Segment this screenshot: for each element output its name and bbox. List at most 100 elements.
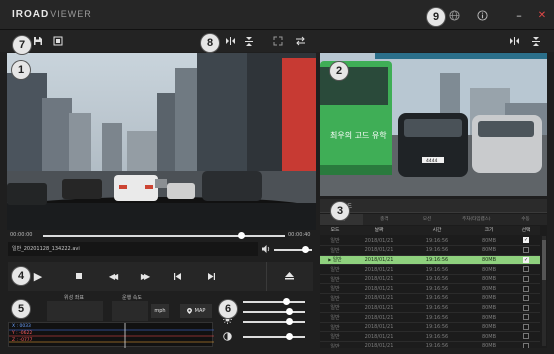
row-checkbox[interactable] <box>523 295 529 302</box>
list-header: 모드 <box>320 199 547 213</box>
next-file-button[interactable] <box>204 269 218 283</box>
row-checkbox[interactable] <box>523 314 529 321</box>
tab-motion[interactable]: 모션 <box>406 214 449 225</box>
tab-impact[interactable]: 충격 <box>363 214 406 225</box>
row-checkbox[interactable] <box>523 343 529 348</box>
row-checkbox[interactable] <box>523 304 529 311</box>
row-checkbox[interactable] <box>523 247 529 254</box>
time-end: 00:00:40 <box>288 232 311 238</box>
speed-unit-button[interactable]: mph <box>151 304 169 318</box>
cell-size-text: 80MB <box>481 256 497 263</box>
cell-time: 19:16:56 <box>408 341 466 348</box>
cell-date: 2018/01/21 <box>350 274 408 285</box>
col-mode: 모드 <box>330 228 340 233</box>
adjust-slider-3[interactable] <box>243 321 305 323</box>
previous-file-button[interactable] <box>170 269 184 283</box>
adjust-slider-4[interactable] <box>243 336 305 338</box>
cell-mode-text: 일반 <box>332 257 342 264</box>
info-icon[interactable] <box>475 8 489 22</box>
capture-icon[interactable] <box>52 35 64 47</box>
table-row[interactable]: 일반 2018/01/21 19:16:56 80MB <box>320 331 540 343</box>
row-checkbox[interactable]: ✓ <box>523 237 529 244</box>
volume-icon[interactable] <box>261 244 271 254</box>
adjust-slider-1-handle[interactable] <box>282 298 290 305</box>
map-button[interactable]: MAP <box>180 304 212 318</box>
table-row[interactable]: 일반 2018/01/21 19:16:56 80MB <box>320 341 540 348</box>
list-scrollbar[interactable] <box>542 236 546 346</box>
marker-7: 7 <box>13 36 31 54</box>
cell-size-text: 80MB <box>481 285 497 292</box>
table-row[interactable]: 일반 2018/01/21 19:16:56 80MB <box>320 312 540 323</box>
cell-size: 80MB <box>466 283 512 295</box>
adjust-slider-2-handle[interactable] <box>286 308 293 315</box>
swap-views-icon[interactable] <box>294 35 306 47</box>
rewind-button[interactable]: ◀◀ <box>105 269 119 283</box>
list-scrollbar-thumb[interactable] <box>542 240 546 280</box>
cell-date-text: 2018/01/21 <box>364 285 394 292</box>
cell-time-text: 19:16:56 <box>425 314 449 321</box>
row-checkbox[interactable]: ✓ <box>523 256 529 263</box>
adjust-slider-1[interactable] <box>243 301 305 303</box>
minimize-button[interactable]: – <box>512 8 526 22</box>
cell-time-text: 19:16:56 <box>425 276 449 283</box>
row-checkbox[interactable] <box>523 285 529 292</box>
cell-select <box>512 283 540 295</box>
table-row[interactable]: 일반 2018/01/21 19:16:56 80MB ✓ <box>320 236 540 247</box>
toolbar <box>0 30 554 52</box>
stop-button[interactable] <box>72 269 86 283</box>
row-checkbox[interactable] <box>523 333 529 340</box>
eject-icon[interactable] <box>282 269 296 283</box>
table-row[interactable]: 일반 2018/01/21 19:16:56 80MB <box>320 245 540 256</box>
fast-forward-button[interactable]: ▶▶ <box>137 269 151 283</box>
adjust-slider-2[interactable] <box>243 311 305 313</box>
playback-controls: ▶ ◀◀ ▶▶ <box>8 262 313 291</box>
list-columns: 모드 날짜 시간 크기 선택 <box>320 226 540 235</box>
cell-mode-text: 일반 <box>330 276 340 283</box>
cell-size-text: 80MB <box>481 314 497 321</box>
cell-date-text: 2018/01/21 <box>364 304 394 311</box>
close-button[interactable]: ✕ <box>535 8 549 22</box>
cell-date-text: 2018/01/21 <box>364 295 394 302</box>
cell-select <box>512 293 540 304</box>
cell-time: 19:16:56 <box>408 293 466 304</box>
globe-icon[interactable] <box>447 8 461 22</box>
adjust-slider-3-handle[interactable] <box>286 318 293 325</box>
cell-time: 19:16:56 <box>408 283 466 295</box>
timeline-handle[interactable] <box>237 232 245 239</box>
gsensor-x: X : 0033 <box>12 324 31 329</box>
adjust-slider-4-handle[interactable] <box>286 333 293 340</box>
fullscreen-icon[interactable] <box>272 35 284 47</box>
rear-flip-vertical-icon[interactable] <box>530 35 542 47</box>
front-camera-view[interactable] <box>7 53 316 230</box>
cell-time-text: 19:16:56 <box>425 237 449 244</box>
tab-manual[interactable]: 수동 <box>504 214 547 225</box>
table-row[interactable]: 일반 2018/01/21 19:16:56 80MB <box>320 264 540 275</box>
cell-mode: 일반 <box>320 264 350 275</box>
row-checkbox[interactable] <box>523 323 529 330</box>
row-checkbox[interactable] <box>523 275 529 282</box>
table-row[interactable]: ▶ 일반 2018/01/21 19:16:56 80MB ✓ <box>320 255 540 266</box>
table-row[interactable]: 일반 2018/01/21 19:16:56 80MB <box>320 293 540 304</box>
cell-select: ✓ <box>512 236 540 247</box>
table-row[interactable]: 일반 2018/01/21 19:16:56 80MB <box>320 322 540 333</box>
table-row[interactable]: 일반 2018/01/21 19:16:56 80MB <box>320 274 540 285</box>
rear-camera-view[interactable]: 최우의 고드 유학 4444 <box>320 53 547 196</box>
flip-vertical-icon[interactable] <box>243 35 255 47</box>
controls-divider <box>266 262 267 291</box>
play-button[interactable]: ▶ <box>30 268 46 284</box>
swap-horizontal-icon[interactable] <box>224 35 236 47</box>
table-row[interactable]: 일반 2018/01/21 19:16:56 80MB <box>320 283 540 295</box>
cell-date-text: 2018/01/21 <box>364 324 394 331</box>
cell-size-text: 80MB <box>481 304 497 311</box>
col-time: 시간 <box>432 228 442 233</box>
cell-select <box>512 264 540 275</box>
filename-bar: 일반_20201128_134222.avi <box>8 242 258 256</box>
timeline-track[interactable] <box>43 235 285 237</box>
rear-swap-horizontal-icon[interactable] <box>508 35 520 47</box>
volume-handle[interactable] <box>301 246 309 253</box>
tab-parking[interactable]: 주차(타임랩스) <box>448 214 504 225</box>
cell-time: 19:16:56 <box>408 312 466 323</box>
save-icon[interactable] <box>32 35 44 47</box>
table-row[interactable]: 일반 2018/01/21 19:16:56 80MB <box>320 303 540 314</box>
row-checkbox[interactable] <box>523 266 529 273</box>
